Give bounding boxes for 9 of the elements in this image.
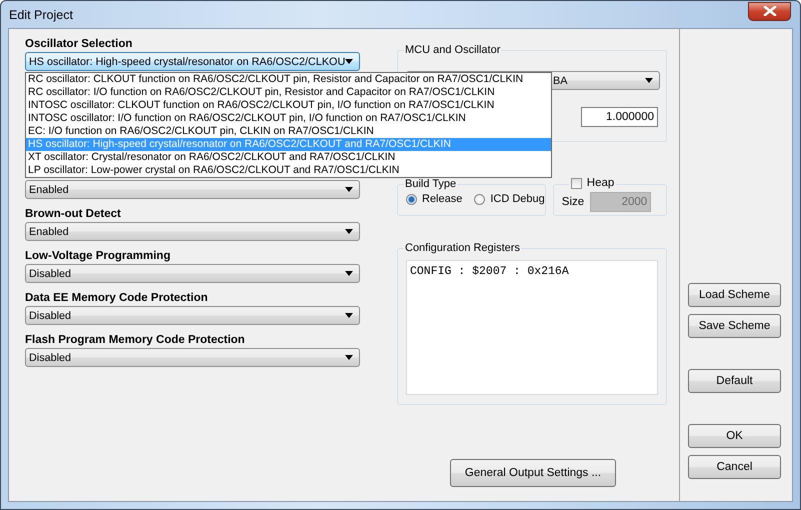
field-label: Size [562,196,584,208]
field-label: Brown-out Detect [25,207,122,222]
field-label: Flash Program Memory Code Protection [25,333,246,348]
field-label: Oscillator Selection [25,37,134,52]
window-title: Edit Project [9,8,73,22]
field-label: Data EE Memory Code Protection [25,291,209,306]
group-title: Configuration Registers [404,241,521,255]
field-label: Low-Voltage Programming [25,249,172,264]
group-title: Build Type [404,177,458,191]
